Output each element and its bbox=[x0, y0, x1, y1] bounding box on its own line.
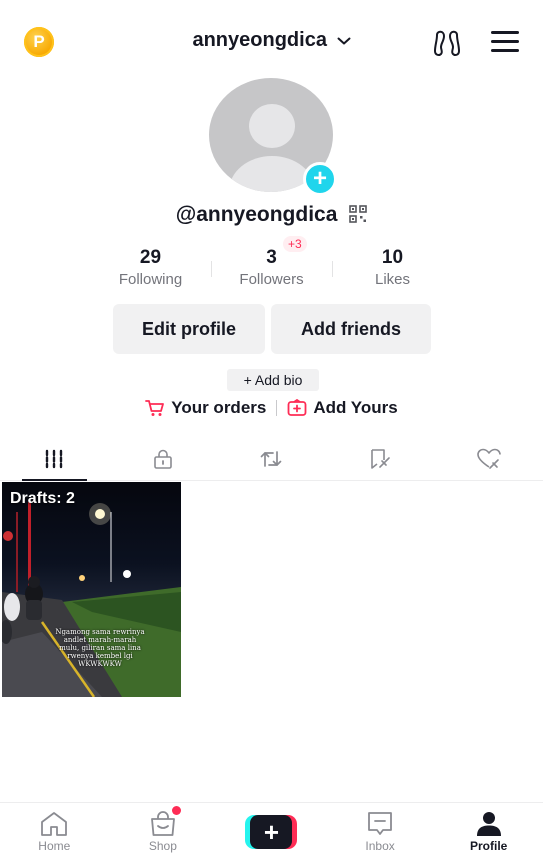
avatar-body-shape bbox=[229, 156, 315, 192]
drafts-count-label: Drafts: 2 bbox=[10, 490, 75, 507]
create-button[interactable]: + bbox=[245, 815, 298, 849]
videos-grid-icon bbox=[46, 449, 63, 468]
add-bio-button[interactable]: + Add bio bbox=[227, 369, 319, 391]
chevron-down-icon bbox=[337, 37, 351, 45]
top-header: P annyeongdica bbox=[0, 0, 543, 84]
avatar-head-shape bbox=[249, 104, 295, 148]
avatar[interactable]: + bbox=[209, 78, 337, 196]
profile-stats: 29 Following +3 3 Followers 10 Likes bbox=[90, 236, 453, 293]
profile-links-row: Your orders Add Yours bbox=[0, 398, 543, 418]
content-tabs bbox=[0, 437, 543, 481]
bookmark-icon bbox=[371, 448, 390, 469]
draft-caption-text: Ngamong sama rewrinya andlet marah-marah… bbox=[55, 628, 145, 668]
menu-icon[interactable] bbox=[491, 31, 519, 53]
tab-reposts[interactable] bbox=[217, 437, 326, 480]
profile-handle: @annyeongdica bbox=[175, 203, 338, 226]
nav-profile[interactable]: Profile bbox=[434, 803, 543, 860]
profile-person-icon bbox=[476, 812, 501, 836]
profile-handle-row: @annyeongdica bbox=[0, 203, 543, 227]
tab-liked[interactable] bbox=[434, 437, 543, 480]
add-yours-label: Add Yours bbox=[313, 398, 398, 417]
footprint-icon[interactable] bbox=[432, 29, 462, 57]
bottom-navigation: Home Shop + Inbox Profile bbox=[0, 802, 543, 860]
home-icon bbox=[41, 812, 68, 836]
add-friends-button[interactable]: Add friends bbox=[271, 304, 431, 354]
stat-likes-value: 10 bbox=[381, 247, 404, 268]
stat-following-value: 29 bbox=[139, 247, 162, 268]
repost-icon bbox=[261, 450, 282, 467]
nav-inbox[interactable]: Inbox bbox=[326, 803, 435, 860]
shop-bag-icon bbox=[150, 811, 175, 836]
drafts-thumbnail[interactable]: Drafts: 2 Ngamong sama rewrinya andlet m… bbox=[2, 482, 181, 697]
qr-code-icon[interactable] bbox=[349, 205, 368, 223]
stat-following[interactable]: 29 Following bbox=[90, 247, 211, 293]
add-yours-icon bbox=[287, 399, 307, 416]
nav-home[interactable]: Home bbox=[0, 803, 109, 860]
links-divider bbox=[276, 400, 278, 416]
edit-profile-button[interactable]: Edit profile bbox=[113, 304, 265, 354]
header-username: annyeongdica bbox=[192, 29, 327, 51]
nav-create[interactable]: + bbox=[217, 803, 326, 860]
add-yours-link[interactable]: Add Yours bbox=[287, 398, 398, 418]
your-orders-label: Your orders bbox=[171, 398, 267, 417]
lock-icon bbox=[154, 449, 172, 469]
plus-icon: + bbox=[250, 815, 293, 849]
your-orders-link[interactable]: Your orders bbox=[145, 398, 266, 418]
stat-likes[interactable]: 10 Likes bbox=[332, 247, 453, 293]
tab-videos[interactable] bbox=[0, 437, 109, 481]
stat-following-label: Following bbox=[118, 271, 183, 288]
tab-favorites[interactable] bbox=[326, 437, 435, 480]
shop-notification-dot bbox=[171, 806, 181, 815]
followers-new-badge: +3 bbox=[283, 236, 307, 252]
nav-profile-label: Profile bbox=[470, 839, 508, 853]
stat-followers-label: Followers bbox=[239, 271, 304, 288]
nav-shop-label: Shop bbox=[148, 839, 177, 853]
tab-private[interactable] bbox=[109, 437, 218, 480]
liked-heart-icon bbox=[476, 448, 501, 469]
avatar-add-button[interactable]: + bbox=[303, 162, 337, 196]
stat-followers[interactable]: +3 3 Followers bbox=[211, 236, 332, 293]
cart-icon bbox=[145, 400, 165, 416]
nav-shop[interactable]: Shop bbox=[109, 803, 218, 860]
nav-inbox-label: Inbox bbox=[365, 839, 395, 853]
stat-likes-label: Likes bbox=[374, 271, 411, 288]
nav-home-label: Home bbox=[38, 839, 71, 853]
inbox-icon bbox=[368, 812, 392, 835]
stat-followers-value: 3 bbox=[266, 247, 277, 268]
